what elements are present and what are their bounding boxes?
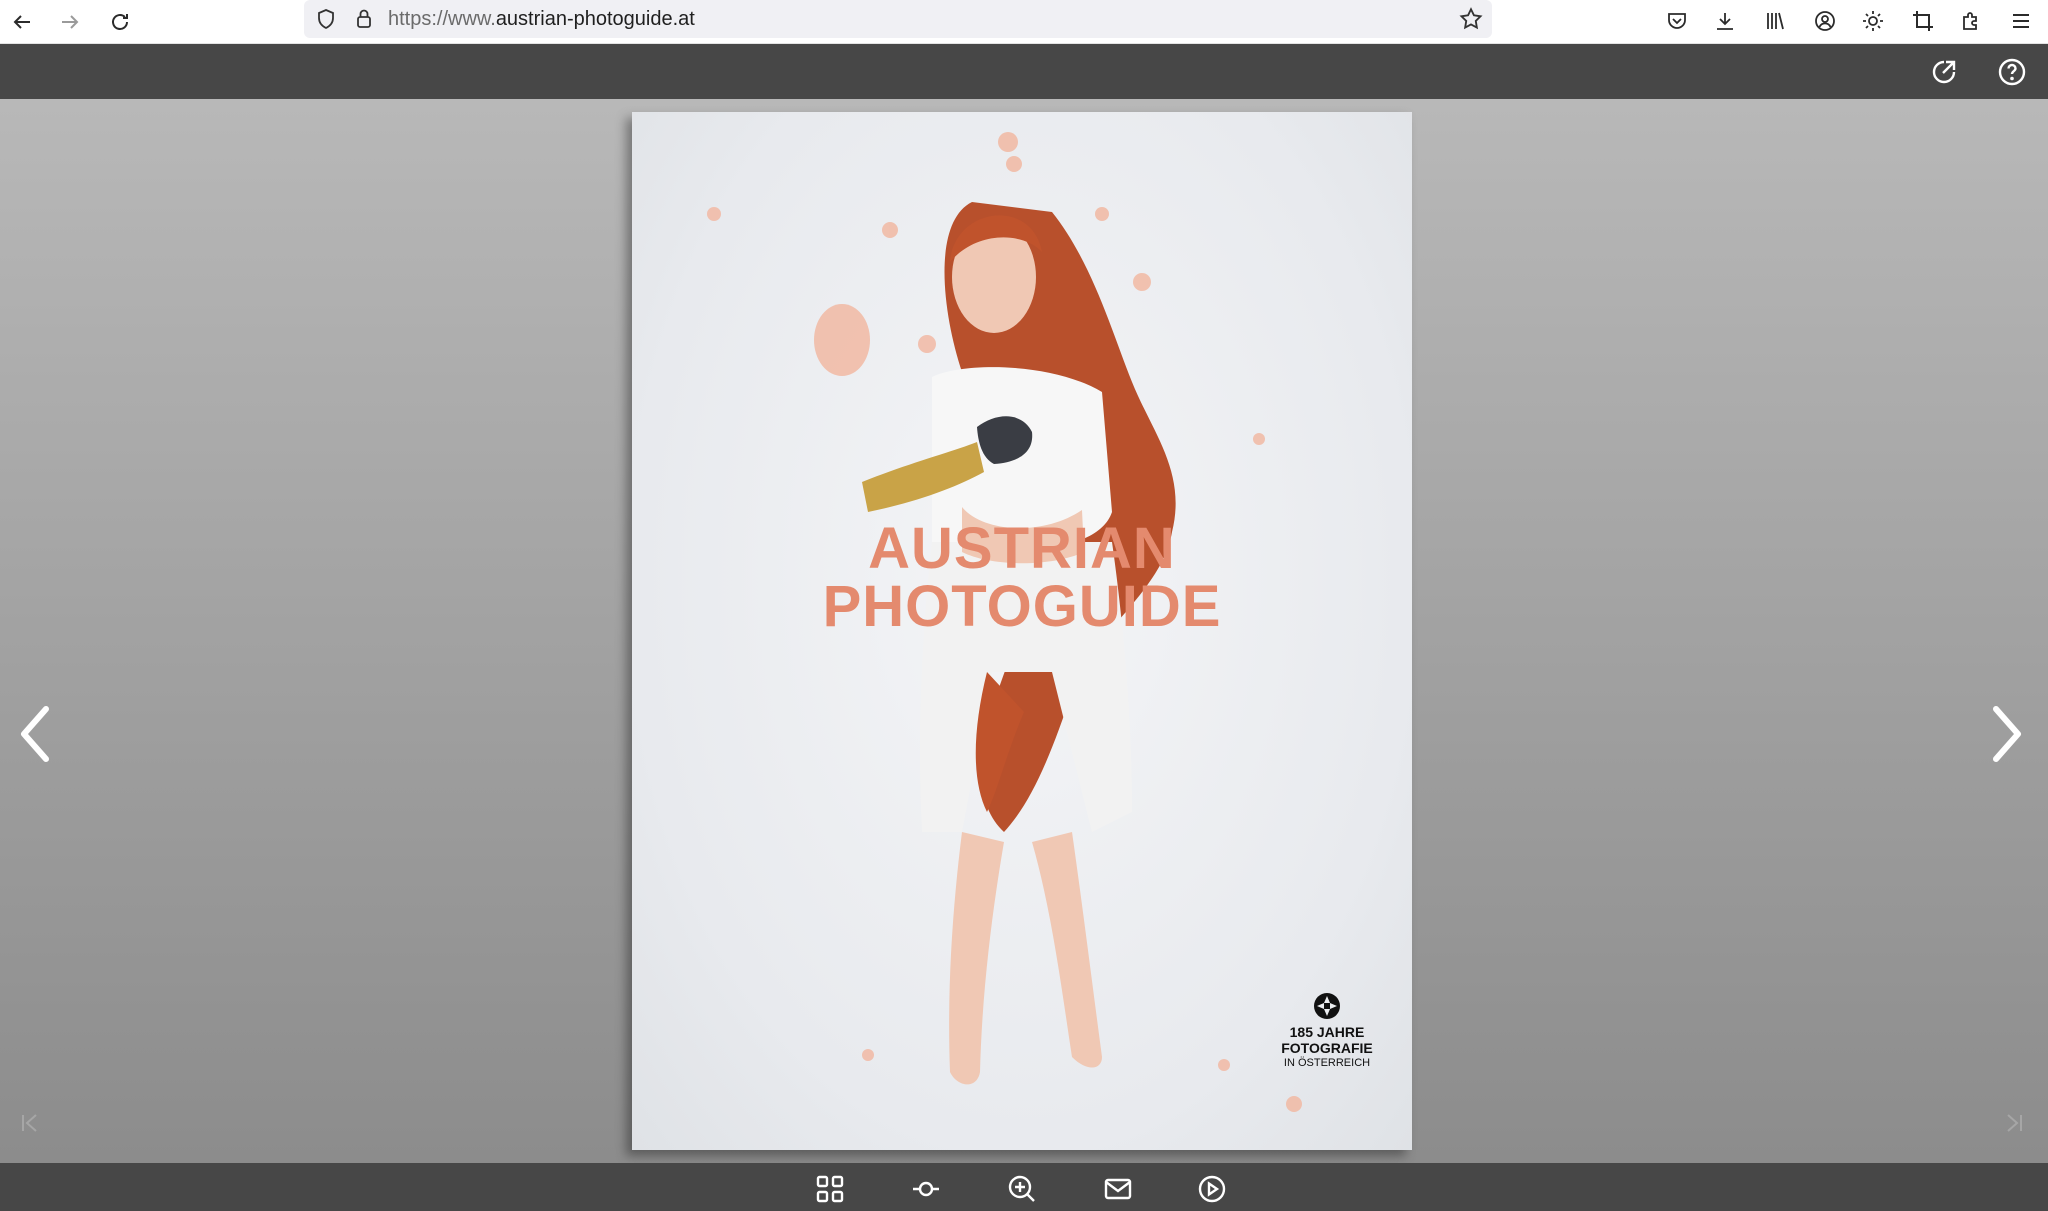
email-icon[interactable] <box>1102 1173 1134 1205</box>
badge-line1: 185 JAHRE <box>1289 1024 1365 1040</box>
help-icon[interactable] <box>1996 56 2028 88</box>
hamburger-menu-icon <box>2013 14 2029 28</box>
magazine-cover-page[interactable]: AUSTRIAN PHOTOGUIDE 185 JAHRE FOTOGRAFIE… <box>632 112 1412 1150</box>
pocket-button[interactable] <box>1660 4 1694 38</box>
previous-page-arrow[interactable] <box>10 699 60 769</box>
last-page-icon[interactable] <box>2002 1111 2026 1135</box>
extension-button[interactable] <box>1856 4 1890 38</box>
url-text[interactable]: https://www.austrian-photoguide.at <box>388 8 695 31</box>
shield-icon[interactable] <box>314 7 338 31</box>
lock-icon[interactable] <box>352 6 376 30</box>
first-page-icon[interactable] <box>18 1111 42 1135</box>
account-button[interactable] <box>1808 4 1842 38</box>
cover-title-line1: AUSTRIAN <box>868 516 1176 581</box>
account-icon <box>1815 11 1835 31</box>
crop-icon <box>1913 11 1933 31</box>
badge-line2: FOTOGRAFIE <box>1281 1040 1373 1056</box>
arrow-left-icon <box>13 15 30 29</box>
forward-button[interactable] <box>52 4 88 40</box>
reload-icon <box>112 14 128 30</box>
puzzle-icon <box>1963 12 1977 30</box>
reload-button[interactable] <box>102 4 138 40</box>
url-domain: austrian-photoguide.at <box>495 8 695 30</box>
next-page-arrow[interactable] <box>1982 699 2032 769</box>
pocket-icon <box>1668 13 1686 29</box>
url-prefix: https://www. <box>388 8 496 30</box>
arrow-right-icon <box>62 15 79 29</box>
back-button[interactable] <box>4 4 40 40</box>
address-bar[interactable]: https://www.austrian-photoguide.at <box>304 0 1492 38</box>
thumbnails-grid-icon[interactable] <box>814 1173 846 1205</box>
app-menu-button[interactable] <box>2004 4 2038 38</box>
aperture-icon <box>1314 993 1340 1019</box>
viewer-bottom-toolbar <box>0 1163 2048 1211</box>
viewer-top-bar <box>0 44 2048 99</box>
bookmark-star-icon[interactable] <box>1458 6 1484 32</box>
library-button[interactable] <box>1758 4 1792 38</box>
anniversary-badge: 185 JAHRE FOTOGRAFIE IN ÖSTERREICH <box>1272 992 1382 1070</box>
badge-line3: IN ÖSTERREICH <box>1283 1057 1371 1069</box>
downloads-button[interactable] <box>1708 4 1742 38</box>
share-icon[interactable] <box>1928 56 1960 88</box>
sun-extension-icon <box>1863 11 1883 31</box>
zoom-in-icon[interactable] <box>1006 1173 1038 1205</box>
cover-title: AUSTRIAN PHOTOGUIDE <box>632 520 1412 636</box>
page-slider-icon[interactable] <box>910 1173 942 1205</box>
play-slideshow-icon[interactable] <box>1196 1173 1228 1205</box>
extensions-button[interactable] <box>1954 4 1988 38</box>
screenshot-button[interactable] <box>1906 4 1940 38</box>
library-icon <box>1767 12 1784 30</box>
cover-title-line2: PHOTOGUIDE <box>822 574 1222 639</box>
browser-toolbar: https://www.austrian-photoguide.at <box>0 0 2048 44</box>
download-icon <box>1717 13 1733 30</box>
